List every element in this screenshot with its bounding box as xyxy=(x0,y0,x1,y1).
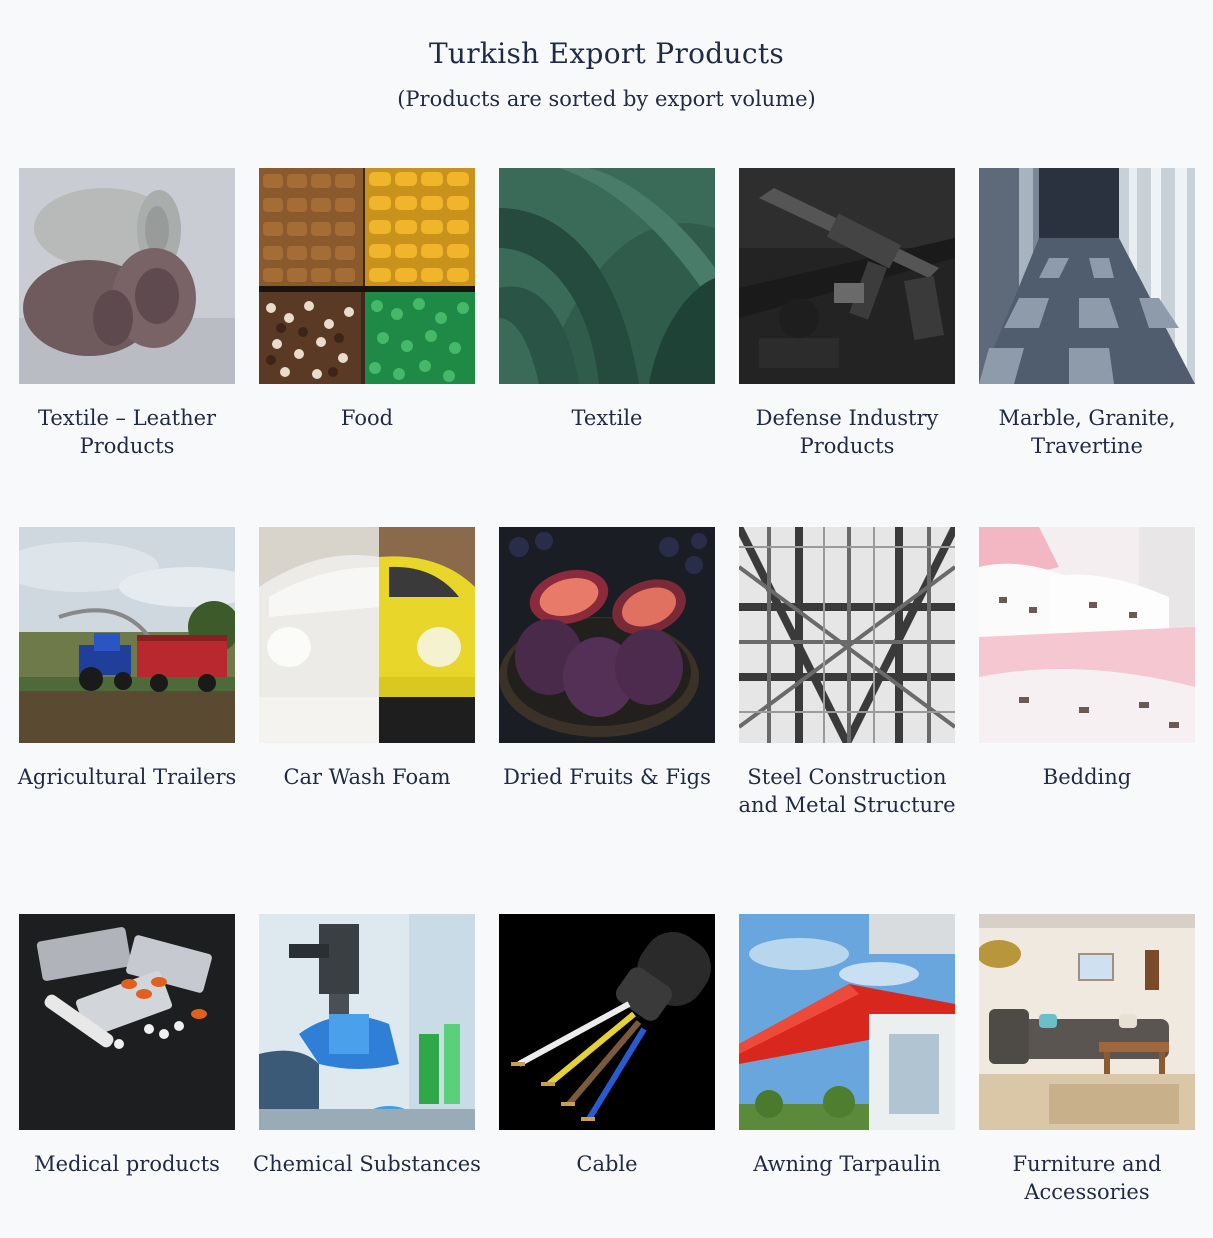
medical-image[interactable] xyxy=(19,914,235,1130)
product-card-car-wash-foam[interactable]: Car Wash Foam xyxy=(259,527,475,791)
page-title: Turkish Export Products xyxy=(428,37,785,70)
living-room-image[interactable] xyxy=(979,914,1195,1130)
product-label[interactable]: Textile – Leather Products xyxy=(7,404,247,460)
product-card-agricultural-trailers[interactable]: Agricultural Trailers xyxy=(18,527,236,791)
food-image[interactable] xyxy=(259,168,475,384)
product-card-textile[interactable]: Textile xyxy=(499,168,715,432)
product-card-textile-leather[interactable]: Textile – Leather Products xyxy=(19,168,235,460)
product-card-medical[interactable]: Medical products xyxy=(19,914,235,1178)
bedding-image[interactable] xyxy=(979,527,1195,743)
figs-image[interactable] xyxy=(499,527,715,743)
product-card-chemical[interactable]: Chemical Substances xyxy=(253,914,481,1178)
product-label[interactable]: Marble, Granite, Travertine xyxy=(967,404,1207,460)
product-card-cable[interactable]: Cable xyxy=(499,914,715,1178)
product-label[interactable]: Food xyxy=(247,404,487,432)
product-card-bedding[interactable]: Bedding xyxy=(979,527,1195,791)
cable-image[interactable] xyxy=(499,914,715,1130)
steel-structure-image[interactable] xyxy=(739,527,955,743)
awning-image[interactable] xyxy=(739,914,955,1130)
fabric-image[interactable] xyxy=(499,168,715,384)
product-label[interactable]: Furniture and Accessories xyxy=(967,1150,1207,1206)
tractor-image[interactable] xyxy=(19,527,235,743)
product-label[interactable]: Awning Tarpaulin xyxy=(727,1150,967,1178)
car-foam-image[interactable] xyxy=(259,527,475,743)
product-label[interactable]: Textile xyxy=(487,404,727,432)
product-label[interactable]: Steel Construction and Metal Structure xyxy=(727,763,967,819)
product-card-furniture[interactable]: Furniture and Accessories xyxy=(979,914,1195,1206)
rifle-image[interactable] xyxy=(739,168,955,384)
product-card-marble[interactable]: Marble, Granite, Travertine xyxy=(979,168,1195,460)
marble-hall-image[interactable] xyxy=(979,168,1195,384)
towels-image[interactable] xyxy=(19,168,235,384)
product-card-defense[interactable]: Defense Industry Products xyxy=(739,168,955,460)
product-label[interactable]: Agricultural Trailers xyxy=(7,763,247,791)
page-subtitle: (Products are sorted by export volume) xyxy=(397,87,816,111)
product-card-steel-construction[interactable]: Steel Construction and Metal Structure xyxy=(738,527,956,819)
lab-image[interactable] xyxy=(259,914,475,1130)
product-label[interactable]: Defense Industry Products xyxy=(727,404,967,460)
product-label[interactable]: Bedding xyxy=(967,763,1207,791)
product-card-awning[interactable]: Awning Tarpaulin xyxy=(739,914,955,1178)
product-label[interactable]: Car Wash Foam xyxy=(247,763,487,791)
product-label[interactable]: Dried Fruits & Figs xyxy=(487,763,727,791)
product-card-dried-fruits[interactable]: Dried Fruits & Figs xyxy=(499,527,715,791)
product-label[interactable]: Cable xyxy=(487,1150,727,1178)
product-card-food[interactable]: Food xyxy=(259,168,475,432)
product-label[interactable]: Chemical Substances xyxy=(247,1150,487,1178)
product-label[interactable]: Medical products xyxy=(7,1150,247,1178)
